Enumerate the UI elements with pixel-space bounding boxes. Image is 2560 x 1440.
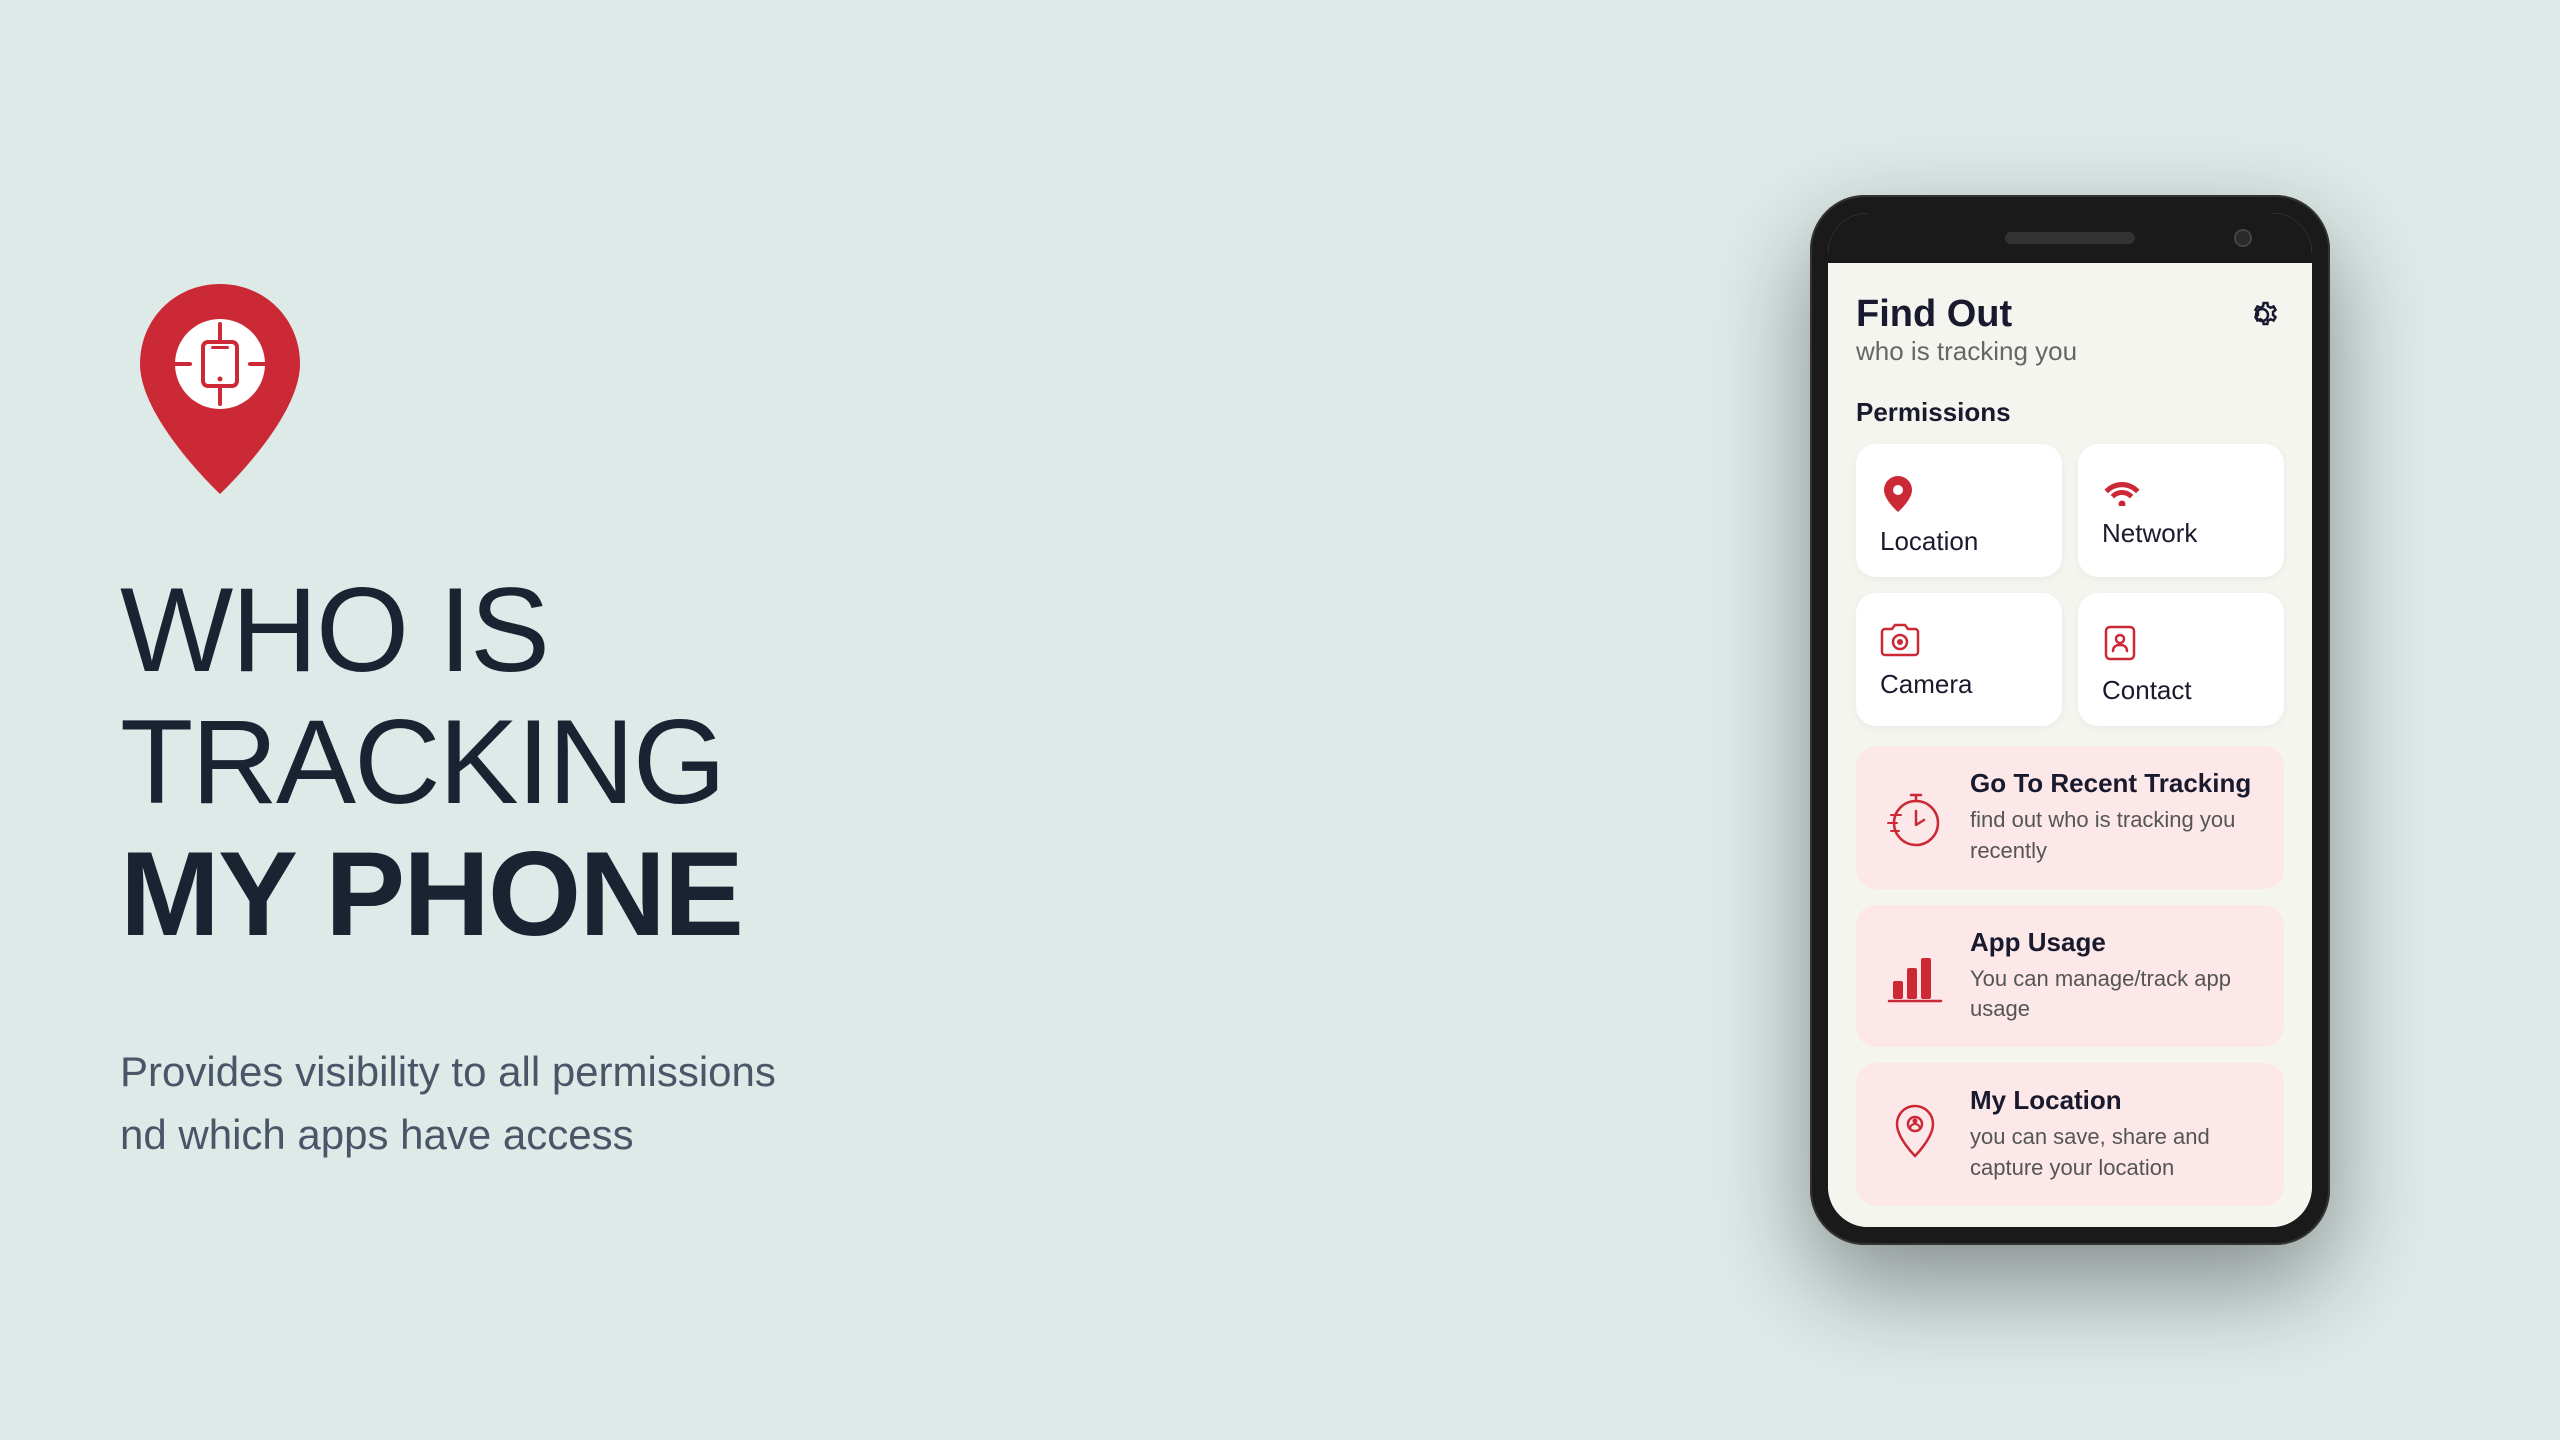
headline-bold: MY PHONE (120, 828, 1580, 960)
contact-label: Contact (2102, 675, 2192, 706)
network-icon (2102, 474, 2142, 506)
recent-tracking-card[interactable]: Go To Recent Tracking find out who is tr… (1856, 746, 2284, 889)
app-usage-title: App Usage (1970, 927, 2260, 958)
permission-card-location[interactable]: Location (1856, 444, 2062, 577)
settings-button[interactable] (2240, 293, 2284, 337)
screen-content: Find Out who is tracking you Permissions (1828, 263, 2312, 1227)
camera-icon (1880, 623, 1920, 657)
permissions-grid: Location Network (1856, 444, 2284, 726)
app-usage-card[interactable]: App Usage You can manage/track app usage (1856, 905, 2284, 1048)
app-subtitle: who is tracking you (1856, 336, 2077, 367)
location-icon (1880, 474, 1916, 514)
headline: WHO IS TRACKING MY PHONE (120, 564, 1580, 960)
left-subtext: Provides visibility to all permissions n… (120, 1040, 820, 1166)
phone-mockup: Find Out who is tracking you Permissions (1810, 195, 2330, 1245)
app-title-group: Find Out who is tracking you (1856, 293, 2077, 367)
permissions-label: Permissions (1856, 397, 2284, 428)
app-logo (120, 274, 1580, 564)
phone-notch (1828, 213, 2312, 263)
app-header: Find Out who is tracking you (1856, 293, 2284, 367)
map-icon (1880, 1099, 1950, 1169)
contact-icon (2102, 623, 2138, 663)
phone-camera (2234, 229, 2252, 247)
my-location-title: My Location (1970, 1085, 2260, 1116)
location-label: Location (1880, 526, 1978, 557)
headline-line2: TRACKING (120, 696, 1580, 828)
stopwatch-icon (1880, 782, 1950, 852)
network-label: Network (2102, 518, 2197, 549)
permission-card-contact[interactable]: Contact (2078, 593, 2284, 726)
app-usage-text: App Usage You can manage/track app usage (1970, 927, 2260, 1026)
headline-line1: WHO IS (120, 564, 1580, 696)
phone-speaker (2005, 232, 2135, 244)
permission-card-network[interactable]: Network (2078, 444, 2284, 577)
my-location-text: My Location you can save, share and capt… (1970, 1085, 2260, 1184)
phone-screen: Find Out who is tracking you Permissions (1828, 213, 2312, 1227)
recent-tracking-text: Go To Recent Tracking find out who is tr… (1970, 768, 2260, 867)
permission-card-camera[interactable]: Camera (1856, 593, 2062, 726)
camera-label: Camera (1880, 669, 1972, 700)
my-location-desc: you can save, share and capture your loc… (1970, 1122, 2260, 1184)
app-title: Find Out (1856, 293, 2077, 336)
left-panel: WHO IS TRACKING MY PHONE Provides visibi… (0, 0, 1660, 1440)
right-panel: Find Out who is tracking you Permissions (1660, 0, 2560, 1440)
recent-tracking-desc: find out who is tracking you recently (1970, 805, 2260, 867)
chart-icon (1880, 941, 1950, 1011)
app-usage-desc: You can manage/track app usage (1970, 964, 2260, 1026)
my-location-card[interactable]: My Location you can save, share and capt… (1856, 1063, 2284, 1206)
recent-tracking-title: Go To Recent Tracking (1970, 768, 2260, 799)
